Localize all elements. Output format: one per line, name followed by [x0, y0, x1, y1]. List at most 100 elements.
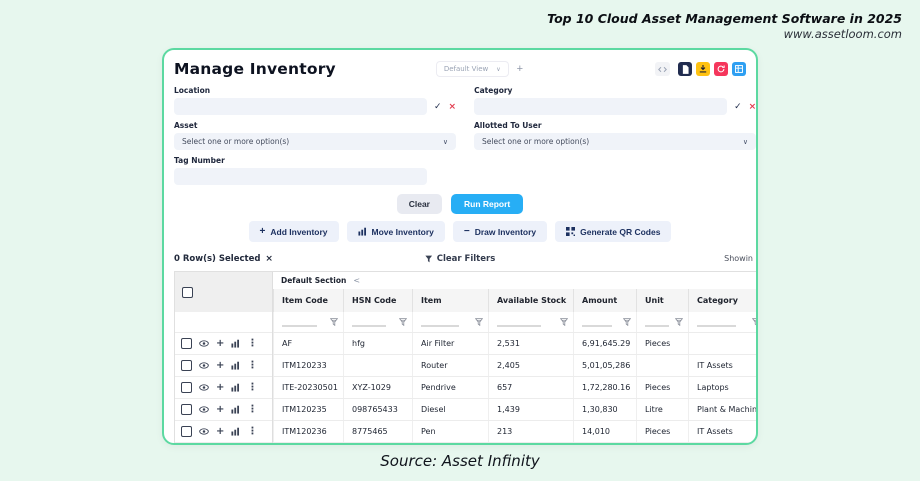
- move-stock-icon[interactable]: [231, 405, 240, 414]
- column-filter-input[interactable]: [352, 317, 386, 327]
- table-cell: ITM120233: [273, 355, 343, 376]
- doc-export-icon: [682, 65, 689, 74]
- rows-selected-text: 0 Row(s) Selected: [174, 254, 260, 264]
- select-all-checkbox[interactable]: [182, 287, 193, 298]
- generate-qr-codes-button[interactable]: Generate QR Codes: [555, 221, 671, 242]
- view-control: Default View ∨ +: [436, 61, 523, 77]
- column-header-available-stock[interactable]: Available Stock: [488, 289, 573, 312]
- column-filter-input[interactable]: [582, 317, 612, 327]
- column-filter-unit: [636, 312, 688, 332]
- qr-icon: [566, 227, 575, 236]
- move-icon: [358, 227, 367, 236]
- add-icon[interactable]: +: [216, 404, 224, 415]
- table-row[interactable]: ITE-20230501XYZ-1029Pendrive6571,72,280.…: [273, 377, 758, 399]
- filter-funnel-icon[interactable]: [752, 318, 758, 326]
- row-checkbox[interactable]: [181, 404, 192, 415]
- chevron-down-icon: ∨: [743, 138, 748, 146]
- add-icon[interactable]: +: [216, 382, 224, 393]
- export-table-button[interactable]: [732, 62, 746, 76]
- add-icon[interactable]: +: [216, 360, 224, 371]
- chevron-left-icon[interactable]: <: [353, 276, 360, 285]
- asset-select-placeholder: Select one or more option(s): [182, 137, 289, 146]
- expand-button[interactable]: [655, 62, 670, 76]
- view-eye-icon[interactable]: [199, 428, 209, 435]
- add-view-button[interactable]: +: [517, 63, 523, 75]
- row-checkbox[interactable]: [181, 338, 192, 349]
- kebab-menu-icon[interactable]: ⋮: [247, 360, 257, 371]
- column-filter-input[interactable]: [697, 317, 736, 327]
- minus-icon: −: [464, 226, 470, 237]
- column-filter-input[interactable]: [421, 317, 459, 327]
- move-stock-icon[interactable]: [231, 339, 240, 348]
- row-checkbox[interactable]: [181, 426, 192, 437]
- run-report-button[interactable]: Run Report: [451, 194, 523, 214]
- location-input[interactable]: [174, 98, 427, 115]
- export-doc-button[interactable]: [678, 62, 692, 76]
- kebab-menu-icon[interactable]: ⋮: [247, 426, 257, 437]
- table-cell: 1,72,280.16: [573, 377, 636, 398]
- table-cell: 8775465: [343, 421, 412, 442]
- column-header-item[interactable]: Item: [412, 289, 488, 312]
- view-eye-icon[interactable]: [199, 340, 209, 347]
- chevron-down-icon: ∨: [443, 138, 448, 146]
- export-refresh-button[interactable]: [714, 62, 728, 76]
- expand-icon: [658, 66, 667, 73]
- filter-funnel-icon[interactable]: [475, 318, 483, 326]
- move-stock-icon[interactable]: [231, 383, 240, 392]
- category-input[interactable]: [474, 98, 727, 115]
- draw-inventory-button[interactable]: −Draw Inventory: [453, 221, 547, 242]
- column-header-category[interactable]: Category: [688, 289, 758, 312]
- column-header-item-code[interactable]: Item Code: [273, 289, 343, 312]
- column-header-unit[interactable]: Unit: [636, 289, 688, 312]
- column-header-hsn-code[interactable]: HSN Code: [343, 289, 412, 312]
- table-cell: Air Filter: [412, 333, 488, 354]
- column-filter-input[interactable]: [645, 317, 669, 327]
- move-stock-icon[interactable]: [231, 361, 240, 370]
- filter-funnel-icon[interactable]: [623, 318, 631, 326]
- section-band: Default Section <: [273, 272, 758, 289]
- table-cell: [343, 355, 412, 376]
- filter-row-3: Tag Number: [174, 154, 746, 185]
- export-download-button[interactable]: [696, 62, 710, 76]
- kebab-menu-icon[interactable]: ⋮: [247, 382, 257, 393]
- table-row[interactable]: AFhfgAir Filter2,5316,91,645.29Pieces: [273, 333, 758, 355]
- filter-funnel-icon[interactable]: [560, 318, 568, 326]
- category-field: Category ✓ ×: [474, 84, 756, 115]
- move-inventory-button[interactable]: Move Inventory: [347, 221, 445, 242]
- filter-funnel-icon[interactable]: [675, 318, 683, 326]
- column-filter-input[interactable]: [282, 317, 317, 327]
- download-icon: [699, 65, 707, 73]
- row-checkbox[interactable]: [181, 360, 192, 371]
- clear-button[interactable]: Clear: [397, 194, 442, 214]
- row-checkbox[interactable]: [181, 382, 192, 393]
- kebab-menu-icon[interactable]: ⋮: [247, 404, 257, 415]
- column-filter-input[interactable]: [497, 317, 541, 327]
- clear-x-icon[interactable]: ×: [449, 102, 457, 112]
- asset-select[interactable]: Select one or more option(s) ∨: [174, 133, 456, 150]
- tag-number-input[interactable]: [174, 168, 427, 185]
- table-cell: 14,010: [573, 421, 636, 442]
- clear-filters-button[interactable]: Clear Filters: [425, 254, 496, 264]
- clear-x-icon[interactable]: ×: [749, 102, 757, 112]
- add-inventory-button[interactable]: +Add Inventory: [249, 221, 339, 242]
- view-eye-icon[interactable]: [199, 384, 209, 391]
- move-stock-icon[interactable]: [231, 427, 240, 436]
- table-row[interactable]: ITM1202368775465Pen21314,010PiecesIT Ass…: [273, 421, 758, 443]
- add-icon[interactable]: +: [216, 426, 224, 437]
- filter-funnel-icon[interactable]: [399, 318, 407, 326]
- kebab-menu-icon[interactable]: ⋮: [247, 338, 257, 349]
- add-icon[interactable]: +: [216, 338, 224, 349]
- table-actions-column: + ⋮ + ⋮ + ⋮ + ⋮ + ⋮: [175, 272, 273, 443]
- filter-funnel-icon[interactable]: [330, 318, 338, 326]
- table-row[interactable]: ITM120233Router2,4055,01,05,286IT Assets: [273, 355, 758, 377]
- allotted-to-user-select[interactable]: Select one or more option(s) ∨: [474, 133, 756, 150]
- view-selector-dropdown[interactable]: Default View ∨: [436, 61, 509, 77]
- apply-check-icon[interactable]: ✓: [434, 102, 442, 112]
- table-cell: Pieces: [636, 421, 688, 442]
- view-eye-icon[interactable]: [199, 362, 209, 369]
- apply-check-icon[interactable]: ✓: [734, 102, 742, 112]
- clear-selection-icon[interactable]: ×: [265, 254, 273, 264]
- view-eye-icon[interactable]: [199, 406, 209, 413]
- table-row[interactable]: ITM120235098765433Diesel1,4391,30,830Lit…: [273, 399, 758, 421]
- column-header-amount[interactable]: Amount: [573, 289, 636, 312]
